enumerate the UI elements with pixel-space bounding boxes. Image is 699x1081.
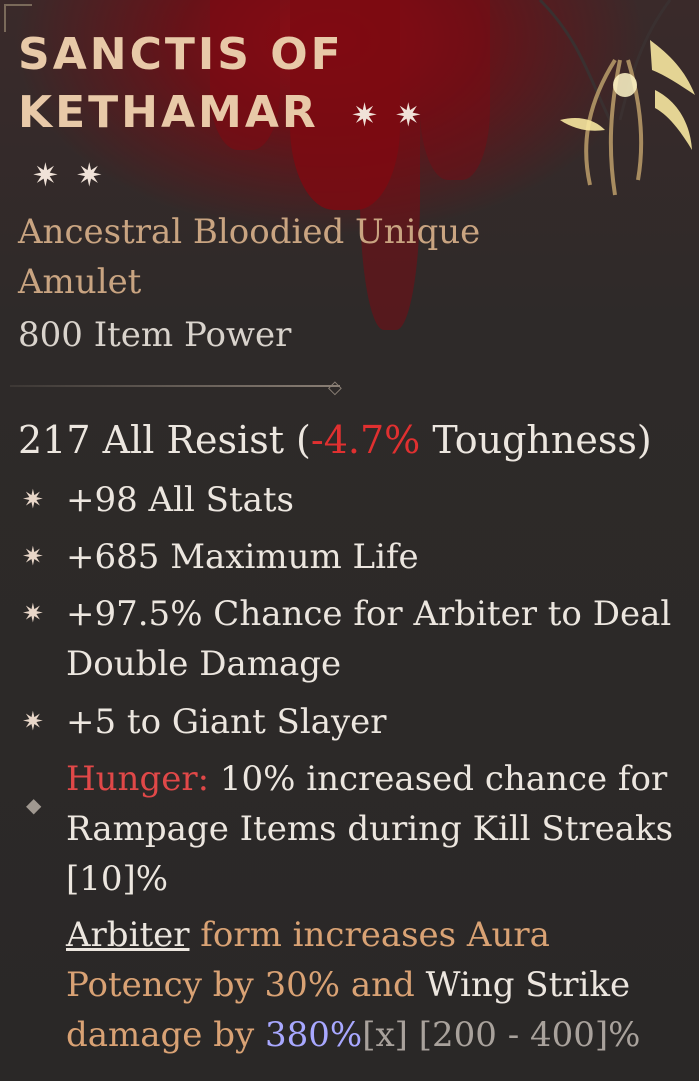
star-pip-icon: ✷ [32,156,62,194]
item-power: 800 Item Power [18,315,292,355]
star-pip-icon: ✷ [351,96,381,134]
item-name: SANCTIS OF KETHAMAR ✷ ✷ ✷ ✷ [18,26,438,204]
star-pip-icon: ✷ [75,156,106,194]
star-pip-icon: ✷ [22,485,44,515]
star-pip-icon: ✷ [22,542,44,572]
star-pip-icon: ✷ [22,599,44,629]
item-slot: Amulet [18,262,142,302]
affix-text: +685 Maximum Life [66,537,419,577]
item-rarity: Ancestral Bloodied Unique [18,212,481,252]
item-name-line1: SANCTIS OF [18,29,344,80]
affix-text: +5 to Giant Slayer [66,702,387,742]
divider [10,385,340,387]
amulet-icon [538,0,695,196]
unique-power: Arbiter form increases Aura Potency by 3… [66,910,686,1060]
wing-strike-label: Wing Strike [425,965,631,1005]
toughness-delta: -4.7% [310,418,421,462]
star-pip-icon: ✷ [22,707,44,737]
affix-row: ✷ +685 Maximum Life [22,532,682,582]
item-name-line2: KETHAMAR [18,87,319,138]
star-pip-icon: ✷ [394,96,425,134]
resist-suffix: Toughness) [420,418,652,462]
divider-ornament-icon: ◇ [328,377,342,398]
implicit-resist: 217 All Resist (-4.7% Toughness) [18,418,652,462]
hunger-affix: Hunger: 10% increased chance for Rampage… [66,754,686,904]
damage-value: 380% [265,1015,363,1055]
affix-row: ✷ +98 All Stats [22,475,682,525]
affix-text: +98 All Stats [66,480,295,520]
item-tooltip: SANCTIS OF KETHAMAR ✷ ✷ ✷ ✷ Ancestral Bloo… [0,0,699,1081]
damage-range: [x] [200 - 400]% [362,1015,641,1055]
hunger-label: Hunger: [66,759,210,799]
diamond-icon: ◆ [26,793,42,817]
affix-row: ✷ +5 to Giant Slayer [22,697,682,747]
unique-text: damage by [66,1015,266,1055]
affix-row: ✷ +97.5% Chance for Arbiter to Deal Doub… [22,589,682,689]
arbiter-link[interactable]: Arbiter [66,915,189,955]
affix-text: +97.5% Chance for Arbiter to Deal Double… [66,594,672,684]
resist-value: 217 All Resist ( [18,418,311,462]
